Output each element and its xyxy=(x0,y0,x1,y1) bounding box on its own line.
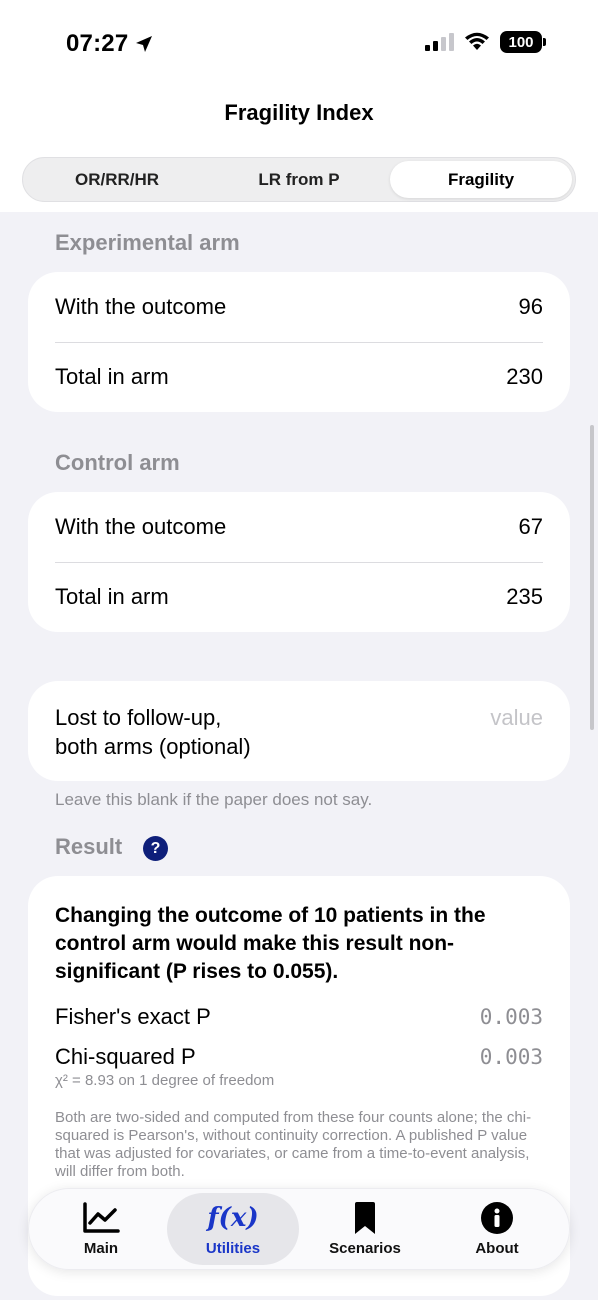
control-total-label: Total in arm xyxy=(55,584,169,609)
battery-level: 100 xyxy=(508,33,534,51)
segmented-control: OR/RR/HR LR from P Fragility xyxy=(22,157,576,202)
segment-or-rr-hr[interactable]: OR/RR/HR xyxy=(26,161,208,198)
chi-squared-row: Chi-squared P 0.003 xyxy=(55,1044,543,1070)
result-headline: Changing the outcome of 10 patients in t… xyxy=(55,904,486,983)
battery-icon: 100 xyxy=(500,31,546,53)
lost-to-followup-label: Lost to follow-up, both arms (optional) xyxy=(55,703,251,781)
segment-lr-from-p[interactable]: LR from P xyxy=(208,161,390,198)
chi-squared-detail: χ² = 8.93 on 1 degree of freedom xyxy=(55,1072,275,1089)
experimental-total-row[interactable]: Total in arm 230 xyxy=(28,342,570,412)
experimental-total-label: Total in arm xyxy=(55,364,169,389)
info-icon xyxy=(481,1201,513,1234)
tab-main-label: Main xyxy=(83,1239,119,1257)
experimental-total-field[interactable]: 230 xyxy=(506,364,543,390)
experimental-outcome-row[interactable]: With the outcome 96 xyxy=(28,272,570,342)
chart-icon xyxy=(83,1201,120,1233)
top-bar: 07:27 100 Fragility Index OR/RR/HR LR fr… xyxy=(0,0,598,212)
page-title: Fragility Index xyxy=(224,100,374,125)
control-arm-header: Control arm xyxy=(55,450,180,475)
function-icon: f(x) xyxy=(207,1202,259,1233)
lost-label-line2: both arms (optional) xyxy=(55,734,251,759)
result-header: Result xyxy=(55,834,123,859)
lost-label-line1: Lost to follow-up, xyxy=(55,705,222,730)
lost-to-followup-field[interactable]: value xyxy=(490,703,543,781)
tab-main[interactable]: Main xyxy=(35,1193,167,1265)
time-text: 07:27 xyxy=(66,30,129,57)
fisher-value: 0.003 xyxy=(479,1005,543,1029)
control-outcome-field[interactable]: 67 xyxy=(519,514,543,540)
experimental-arm-card: With the outcome 96 Total in arm 230 xyxy=(28,272,570,412)
status-time: 07:27 xyxy=(66,30,154,58)
tab-utilities-label: Utilities xyxy=(205,1239,261,1257)
help-icon[interactable]: ? xyxy=(143,836,168,861)
tab-about-label: About xyxy=(475,1239,519,1257)
tab-about[interactable]: About xyxy=(431,1193,563,1265)
experimental-arm-header: Experimental arm xyxy=(55,230,240,255)
status-indicators: 100 xyxy=(424,31,546,53)
tab-bar: Main f(x) Utilities Scenarios About xyxy=(28,1188,570,1270)
control-arm-card: With the outcome 67 Total in arm 235 xyxy=(28,492,570,632)
cellular-signal-icon xyxy=(425,33,454,51)
bookmark-icon xyxy=(355,1201,375,1234)
tab-scenarios[interactable]: Scenarios xyxy=(299,1193,431,1265)
control-outcome-row[interactable]: With the outcome 67 xyxy=(28,492,570,562)
location-arrow-icon xyxy=(136,36,153,52)
fisher-row: Fisher's exact P 0.003 xyxy=(55,1004,543,1030)
lost-to-followup-card: Lost to follow-up, both arms (optional) … xyxy=(28,681,570,781)
control-total-field[interactable]: 235 xyxy=(506,584,543,610)
scroll-indicator[interactable] xyxy=(590,425,594,730)
wifi-icon xyxy=(465,32,489,50)
segment-fragility[interactable]: Fragility xyxy=(390,161,572,198)
lost-to-followup-footnote: Leave this blank if the paper does not s… xyxy=(55,790,373,809)
lost-to-followup-row[interactable]: Lost to follow-up, both arms (optional) … xyxy=(28,681,570,781)
fisher-label: Fisher's exact P xyxy=(55,1004,211,1029)
tab-scenarios-label: Scenarios xyxy=(329,1239,401,1257)
result-note: Both are two-sided and computed from the… xyxy=(55,1109,532,1180)
tab-utilities[interactable]: f(x) Utilities xyxy=(167,1193,299,1265)
control-outcome-label: With the outcome xyxy=(55,514,227,539)
control-total-row[interactable]: Total in arm 235 xyxy=(28,562,570,632)
experimental-outcome-field[interactable]: 96 xyxy=(519,294,543,320)
chi-squared-value: 0.003 xyxy=(479,1045,543,1069)
experimental-outcome-label: With the outcome xyxy=(55,294,227,319)
chi-squared-label: Chi-squared P xyxy=(55,1044,196,1069)
